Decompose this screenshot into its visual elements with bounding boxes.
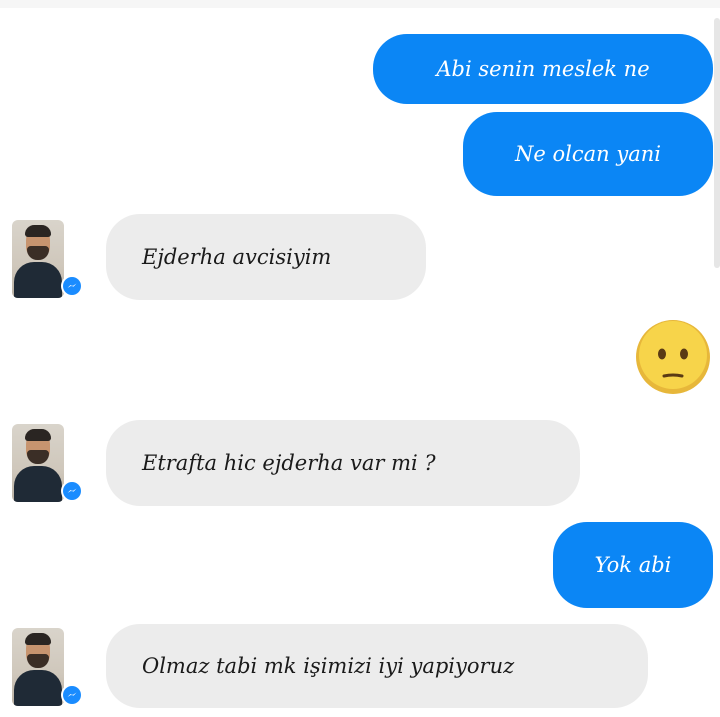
message-text: Yok abi <box>594 553 672 577</box>
message-bubble-incoming[interactable]: Olmaz tabi mk işimizi iyi yapiyoruz <box>106 624 648 708</box>
scrollbar[interactable] <box>714 18 720 268</box>
messenger-badge-icon <box>61 275 83 297</box>
message-text: Abi senin meslek ne <box>436 57 650 81</box>
message-text: Ejderha avcisiyim <box>142 245 332 269</box>
message-bubble-outgoing[interactable]: Yok abi <box>553 522 713 608</box>
message-text: Ne olcan yani <box>515 142 661 166</box>
messenger-badge-icon <box>61 480 83 502</box>
message-bubble-incoming[interactable]: Ejderha avcisiyim <box>106 214 426 300</box>
contact-avatar[interactable] <box>12 424 64 502</box>
messenger-badge-icon <box>61 684 83 706</box>
contact-avatar[interactable] <box>12 628 64 706</box>
message-text: Etrafta hic ejderha var mi ? <box>142 451 436 475</box>
top-edge <box>0 0 720 8</box>
message-bubble-outgoing[interactable]: Ne olcan yani <box>463 112 713 196</box>
contact-avatar[interactable] <box>12 220 64 298</box>
message-bubble-outgoing[interactable]: Abi senin meslek ne <box>373 34 713 104</box>
message-text: Olmaz tabi mk işimizi iyi yapiyoruz <box>142 654 515 678</box>
neutral-face-emoji[interactable] <box>634 318 712 400</box>
message-bubble-incoming[interactable]: Etrafta hic ejderha var mi ? <box>106 420 580 506</box>
chat-thread: Abi senin meslek ne Ne olcan yani Ejderh… <box>0 0 720 717</box>
